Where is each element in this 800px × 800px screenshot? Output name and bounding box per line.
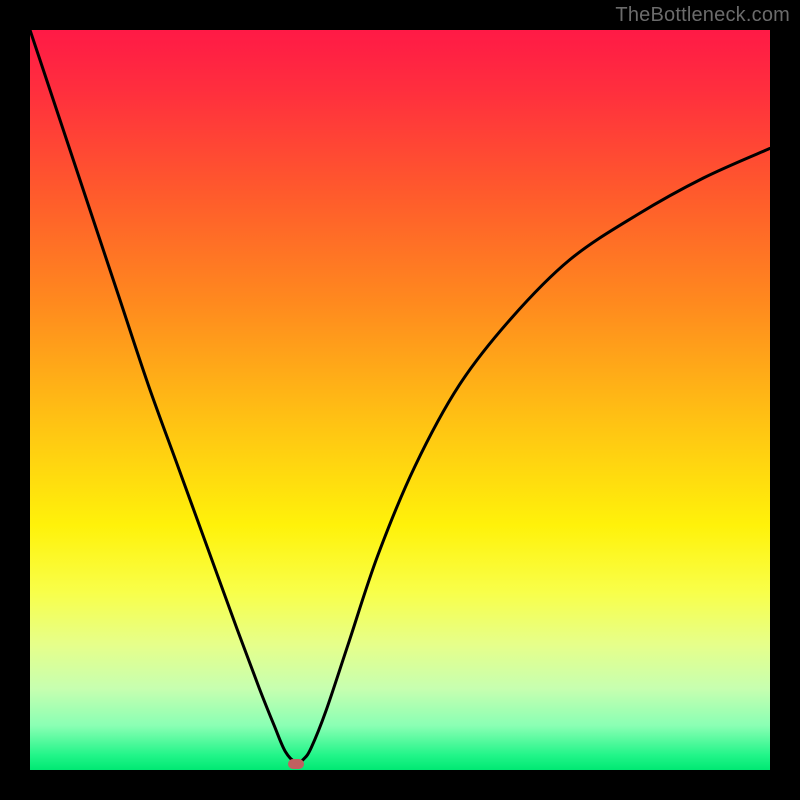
watermark-text: TheBottleneck.com <box>615 4 790 27</box>
chart-plot-area <box>30 30 770 770</box>
minimum-point-marker <box>288 759 304 769</box>
bottleneck-curve <box>30 30 770 770</box>
